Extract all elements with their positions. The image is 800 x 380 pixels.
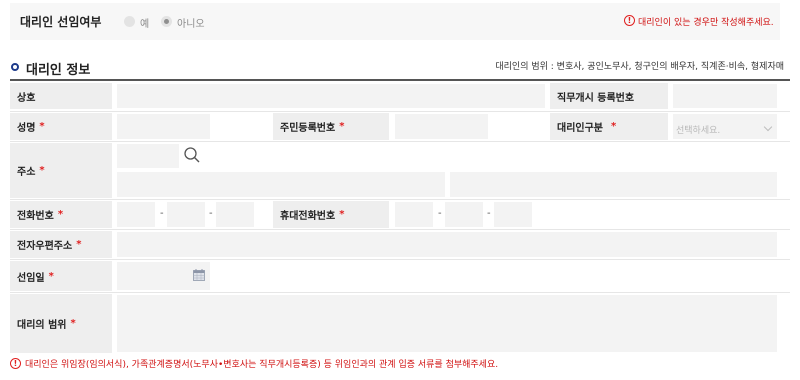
agent-selection-question: 대리인 선임여부 bbox=[20, 15, 102, 29]
mobile-label: 휴대전화번호 * bbox=[273, 201, 389, 228]
section-divider bbox=[10, 79, 790, 81]
phone-part2-input[interactable] bbox=[167, 202, 205, 227]
address-line2-input[interactable] bbox=[450, 172, 777, 197]
section-title: 대리인 정보 bbox=[26, 63, 91, 78]
footer-note: ! 대리인은 위임장(임의서식), 가족관계증명서(노무사•변호사는 직무개시등… bbox=[10, 357, 498, 370]
row-divider bbox=[10, 111, 790, 112]
agent-scope-note: 대리인의 범위 : 변호사, 공인노무사, 청구인의 배우자, 직계존·비속, … bbox=[495, 62, 784, 72]
radio-no-label: 아니오 bbox=[177, 19, 205, 30]
warning-icon: ! bbox=[624, 15, 635, 26]
row-divider bbox=[10, 259, 790, 260]
search-icon[interactable] bbox=[183, 146, 201, 164]
resident-no-input[interactable] bbox=[395, 114, 488, 139]
appointment-date-label: 선임일 * bbox=[10, 261, 112, 291]
email-label: 전자우편주소 * bbox=[10, 231, 112, 258]
agent-scope-label: 대리의 범위 * bbox=[10, 294, 112, 353]
dash: - bbox=[438, 208, 442, 219]
row-divider bbox=[10, 141, 790, 142]
phone-label: 전화번호 * bbox=[10, 201, 112, 228]
row-divider bbox=[10, 199, 790, 200]
postcode-input[interactable] bbox=[117, 144, 179, 168]
trade-name-input[interactable] bbox=[117, 84, 545, 108]
mobile-part2-input[interactable] bbox=[445, 202, 483, 227]
registration-no-input[interactable] bbox=[673, 84, 777, 108]
agent-selection-bar: 대리인 선임여부 예 아니오 ! 대리인이 있는 경우만 작성해주세요. bbox=[10, 3, 780, 40]
agent-selection-note: 대리인이 있는 경우만 작성해주세요. bbox=[638, 18, 774, 28]
dash: - bbox=[160, 208, 164, 219]
resident-no-label: 주민등록번호 * bbox=[273, 113, 389, 140]
calendar-icon[interactable] bbox=[193, 269, 205, 281]
email-input[interactable] bbox=[117, 232, 777, 257]
dash: - bbox=[209, 208, 213, 219]
address-label: 주소 * bbox=[10, 143, 112, 198]
name-label: 성명 * bbox=[10, 113, 112, 140]
mobile-part3-input[interactable] bbox=[494, 202, 532, 227]
agent-type-label: 대리인구분 * bbox=[550, 113, 668, 140]
registration-no-label: 직무개시 등록번호 bbox=[550, 83, 668, 109]
dash: - bbox=[487, 208, 491, 219]
trade-name-label: 상호 bbox=[10, 83, 112, 109]
row-divider bbox=[10, 229, 790, 230]
phone-part1-input[interactable] bbox=[117, 202, 155, 227]
footer-note-text: 대리인은 위임장(임의서식), 가족관계증명서(노무사•변호사는 직무개시등록증… bbox=[25, 360, 499, 370]
mobile-part1-input[interactable] bbox=[395, 202, 433, 227]
agent-scope-textarea[interactable] bbox=[117, 295, 777, 352]
phone-part3-input[interactable] bbox=[216, 202, 254, 227]
row-divider bbox=[10, 292, 790, 293]
section-bullet-icon bbox=[11, 63, 19, 71]
radio-yes[interactable] bbox=[124, 16, 135, 27]
radio-no[interactable] bbox=[161, 16, 172, 27]
name-input[interactable] bbox=[117, 114, 210, 139]
warning-icon: ! bbox=[10, 358, 21, 369]
agent-type-placeholder: 선택하세요. bbox=[676, 126, 721, 136]
address-line1-input[interactable] bbox=[117, 172, 445, 197]
radio-yes-label: 예 bbox=[140, 19, 150, 30]
